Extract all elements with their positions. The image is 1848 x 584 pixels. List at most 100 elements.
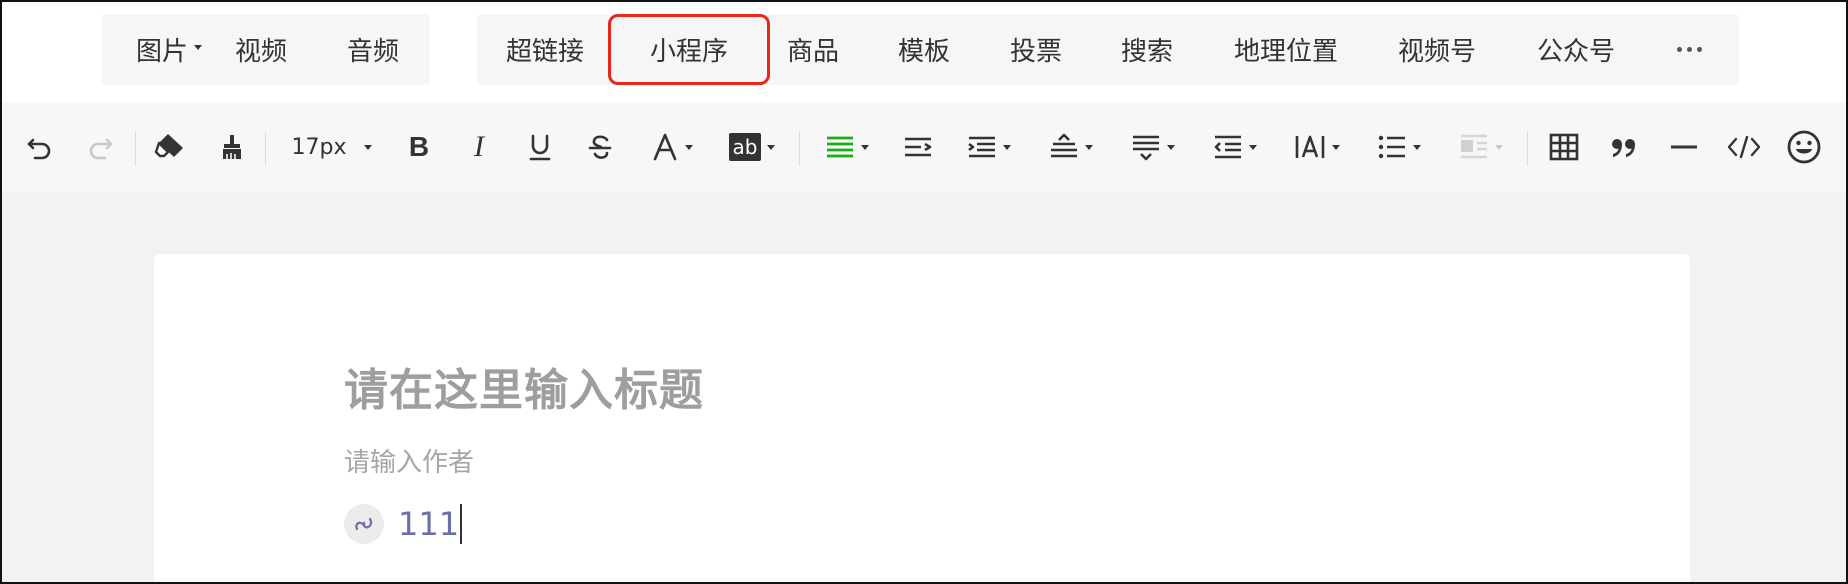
toolbar-divider — [135, 132, 136, 166]
format-painter-icon — [223, 135, 241, 159]
bold-icon: B — [408, 131, 430, 162]
editor-canvas: 请在这里输入标题 请输入作者 111 — [2, 192, 1846, 582]
highlight-color-button[interactable]: ab — [722, 122, 782, 172]
insert-template-button[interactable]: 模板 — [894, 14, 954, 85]
insert-video-button[interactable]: 视频 — [230, 14, 292, 85]
indent-icon — [1214, 135, 1241, 159]
undo-icon — [27, 138, 51, 160]
indent-first-line-icon — [905, 137, 932, 157]
insert-mini-program-label: 小程序 — [649, 37, 728, 67]
insert-search-button[interactable]: 搜索 — [1117, 14, 1177, 85]
insert-official-account-label: 公众号 — [1536, 37, 1615, 67]
font-size-value: 17px — [291, 134, 347, 160]
align-justify-icon — [827, 136, 853, 158]
font-color-icon — [653, 133, 677, 161]
letter-spacing-button[interactable] — [1288, 122, 1346, 172]
editor-window: 图片 视频 音频 超链接 小程序 商品 模板 投票 搜索 地理位置 视频号 公众… — [0, 0, 1848, 584]
insert-image-label: 图片 — [135, 37, 188, 67]
emoji-icon — [1787, 130, 1821, 164]
insert-product-label: 商品 — [786, 37, 839, 67]
indent-align-button[interactable] — [960, 122, 1018, 172]
insert-hyperlink-button[interactable]: 超链接 — [501, 14, 589, 85]
title-input[interactable]: 请在这里输入标题 — [344, 354, 704, 418]
insert-channels-label: 视频号 — [1397, 37, 1476, 67]
insert-template-label: 模板 — [897, 37, 950, 67]
quote-button[interactable] — [1604, 122, 1644, 172]
toolbar-divider — [799, 132, 800, 166]
italic-button[interactable]: I — [462, 122, 496, 172]
float-button[interactable] — [1452, 122, 1510, 172]
insert-vote-label: 投票 — [1009, 37, 1062, 67]
bold-button[interactable]: B — [402, 122, 436, 172]
chevron-down-icon — [1495, 144, 1503, 150]
clear-format-button[interactable] — [150, 122, 190, 172]
insert-location-button[interactable]: 地理位置 — [1228, 14, 1344, 85]
eraser-icon — [154, 134, 183, 158]
code-button[interactable] — [1724, 122, 1764, 172]
strikethrough-button[interactable] — [582, 122, 618, 172]
chevron-down-icon — [685, 144, 693, 150]
media-insert-group: 图片 视频 音频 — [102, 14, 430, 85]
insert-table-button[interactable] — [1544, 122, 1584, 172]
insert-toolbar: 图片 视频 音频 超链接 小程序 商品 模板 投票 搜索 地理位置 视频号 公众… — [2, 2, 1846, 102]
mini-program-link[interactable]: 111 — [344, 502, 463, 546]
insert-audio-button[interactable]: 音频 — [342, 14, 404, 85]
chevron-down-icon — [1249, 144, 1257, 150]
content-insert-group: 超链接 小程序 商品 模板 投票 搜索 地理位置 视频号 公众号 — [477, 14, 1739, 85]
redo-button[interactable] — [80, 122, 120, 172]
first-line-indent-button[interactable] — [900, 122, 936, 172]
insert-mini-program-button[interactable]: 小程序 — [608, 14, 770, 85]
toolbar-divider — [1527, 132, 1528, 166]
align-justify-button[interactable] — [818, 122, 876, 172]
strikethrough-icon — [588, 135, 612, 159]
divider-icon — [1671, 145, 1697, 149]
underline-icon — [529, 134, 551, 161]
chevron-down-icon — [1085, 144, 1093, 150]
table-icon — [1549, 133, 1579, 161]
highlight-color-icon: ab — [728, 133, 762, 161]
underline-button[interactable] — [522, 122, 558, 172]
indent-button[interactable] — [1206, 122, 1264, 172]
paragraph-spacing-icon — [1133, 135, 1159, 161]
author-input[interactable]: 请输入作者 — [344, 442, 474, 479]
chevron-down-icon — [1332, 144, 1340, 150]
editor-paper: 请在这里输入标题 请输入作者 111 — [154, 254, 1690, 582]
float-icon — [1461, 134, 1487, 159]
more-insert-button[interactable] — [1667, 14, 1711, 85]
chevron-down-icon — [767, 144, 776, 150]
line-height-button[interactable] — [1042, 122, 1100, 172]
font-color-button[interactable] — [642, 122, 702, 172]
undo-button[interactable] — [20, 122, 60, 172]
paragraph-spacing-button[interactable] — [1124, 122, 1182, 172]
font-size-select[interactable]: 17px — [284, 122, 380, 172]
emoji-button[interactable] — [1784, 122, 1824, 172]
insert-product-button[interactable]: 商品 — [783, 14, 843, 85]
insert-hyperlink-label: 超链接 — [505, 37, 584, 67]
redo-icon — [89, 138, 113, 160]
chevron-down-icon — [1167, 144, 1175, 150]
unordered-list-button[interactable] — [1370, 122, 1428, 172]
quote-icon — [1612, 139, 1635, 157]
align-icon — [968, 136, 995, 158]
mini-program-text: 111 — [398, 505, 460, 543]
insert-image-button[interactable]: 图片 — [128, 14, 210, 85]
insert-vote-button[interactable]: 投票 — [1006, 14, 1066, 85]
insert-channels-button[interactable]: 视频号 — [1394, 14, 1480, 85]
insert-location-label: 地理位置 — [1233, 37, 1338, 67]
format-painter-button[interactable] — [212, 122, 252, 172]
chevron-down-icon — [1413, 144, 1421, 150]
chevron-down-icon — [1003, 144, 1011, 150]
more-horizontal-icon — [1676, 47, 1702, 52]
chevron-down-icon — [194, 45, 202, 50]
format-toolbar: 17px B I ab — [2, 102, 1846, 192]
unordered-list-icon — [1378, 135, 1405, 159]
insert-search-label: 搜索 — [1120, 37, 1173, 67]
divider-button[interactable] — [1664, 122, 1704, 172]
letter-spacing-icon — [1295, 135, 1325, 158]
insert-video-label: 视频 — [234, 37, 287, 67]
code-icon — [1727, 135, 1761, 159]
mini-program-icon — [344, 504, 384, 544]
chevron-down-icon — [861, 144, 869, 150]
toolbar-divider — [265, 132, 266, 166]
insert-official-account-button[interactable]: 公众号 — [1533, 14, 1619, 85]
